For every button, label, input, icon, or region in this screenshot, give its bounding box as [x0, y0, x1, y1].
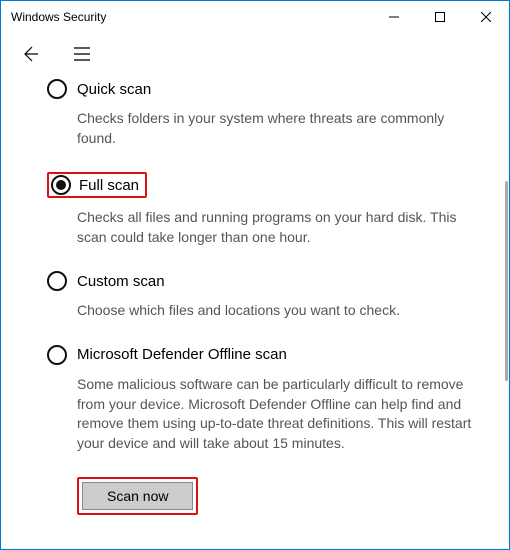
custom-scan-desc: Choose which files and locations you wan… — [47, 301, 485, 321]
scrollbar[interactable] — [505, 181, 508, 381]
custom-scan-radio-row[interactable]: Custom scan — [47, 271, 485, 291]
full-scan-desc: Checks all files and running programs on… — [47, 208, 485, 247]
offline-scan-desc: Some malicious software can be particula… — [47, 375, 485, 453]
close-button[interactable] — [463, 1, 509, 33]
full-scan-radio-row[interactable]: Full scan — [47, 172, 485, 198]
hamburger-icon — [74, 47, 90, 61]
scan-now-button[interactable]: Scan now — [82, 482, 193, 510]
offline-scan-label: Microsoft Defender Offline scan — [77, 346, 287, 363]
scan-now-highlight: Scan now — [77, 477, 198, 515]
quick-scan-desc: Checks folders in your system where thre… — [47, 109, 485, 148]
back-arrow-icon — [21, 45, 39, 63]
quick-scan-radio-row[interactable]: Quick scan — [47, 79, 485, 99]
radio-icon — [47, 345, 67, 365]
maximize-icon — [435, 12, 445, 22]
radio-icon — [47, 79, 67, 99]
close-icon — [481, 12, 491, 22]
offline-scan-radio-row[interactable]: Microsoft Defender Offline scan — [47, 345, 485, 365]
radio-icon — [51, 175, 71, 195]
back-button[interactable] — [15, 39, 45, 69]
window-controls — [371, 1, 509, 33]
radio-icon — [47, 271, 67, 291]
minimize-button[interactable] — [371, 1, 417, 33]
custom-scan-label: Custom scan — [77, 273, 165, 290]
minimize-icon — [389, 12, 399, 22]
full-scan-label: Full scan — [79, 177, 139, 194]
hamburger-button[interactable] — [67, 39, 97, 69]
maximize-button[interactable] — [417, 1, 463, 33]
custom-scan-option: Custom scan Choose which files and locat… — [47, 271, 485, 321]
window-title: Windows Security — [11, 10, 106, 24]
scan-options-panel: Quick scan Checks folders in your system… — [1, 79, 509, 547]
full-scan-highlight: Full scan — [47, 172, 147, 198]
offline-scan-option: Microsoft Defender Offline scan Some mal… — [47, 345, 485, 453]
quick-scan-label: Quick scan — [77, 81, 151, 98]
nav-row — [1, 33, 509, 79]
quick-scan-option: Quick scan Checks folders in your system… — [47, 79, 485, 148]
titlebar: Windows Security — [1, 1, 509, 33]
full-scan-option: Full scan Checks all files and running p… — [47, 172, 485, 247]
